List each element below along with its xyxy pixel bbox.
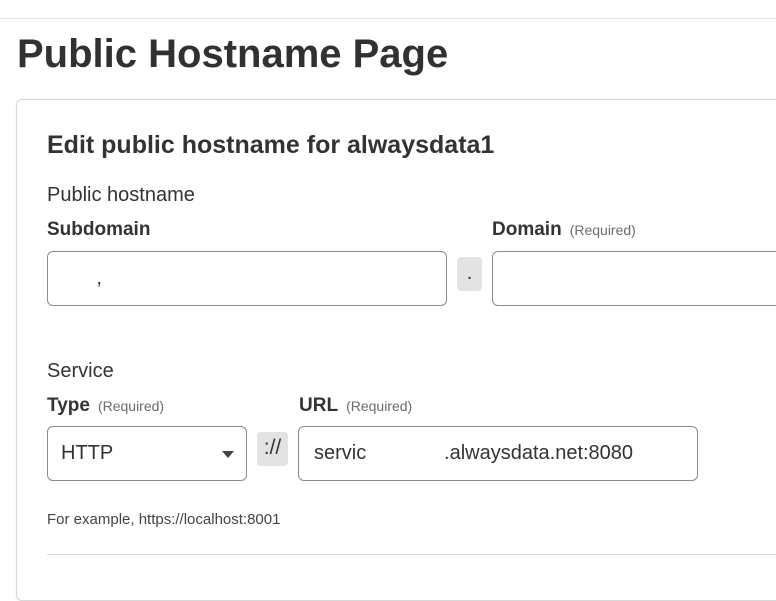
type-required-note: (Required) (97, 398, 165, 414)
chevron-down-icon (222, 451, 234, 458)
url-input[interactable]: servic .alwaysdata.net:8080 (298, 426, 698, 481)
subdomain-label: Subdomain (47, 217, 150, 243)
protocol-separator: :// (257, 432, 288, 466)
public-hostname-section-label: Public hostname (47, 184, 195, 206)
domain-required-note: (Required) (569, 222, 636, 238)
url-label: URL (Required) (299, 393, 412, 419)
type-label-text: Type (47, 395, 90, 416)
service-type-value: HTTP (61, 442, 114, 464)
form-title: Edit public hostname for alwaysdata1 (47, 131, 495, 159)
hostname-dot-separator: . (457, 257, 482, 291)
url-example-hint: For example, https://localhost:8001 (47, 511, 281, 528)
type-label: Type (Required) (47, 393, 164, 419)
page-title: Public Hostname Page (17, 32, 449, 76)
top-divider (0, 18, 776, 19)
domain-label: Domain (Required) (492, 217, 636, 243)
domain-input[interactable] (492, 251, 776, 306)
service-type-select[interactable]: HTTP (47, 426, 247, 481)
form-divider (47, 554, 776, 555)
domain-label-text: Domain (492, 219, 562, 240)
service-section-label: Service (47, 360, 114, 382)
subdomain-label-text: Subdomain (47, 219, 151, 240)
subdomain-input[interactable]: , (47, 251, 447, 306)
url-label-text: URL (299, 395, 339, 416)
url-required-note: (Required) (346, 398, 413, 414)
